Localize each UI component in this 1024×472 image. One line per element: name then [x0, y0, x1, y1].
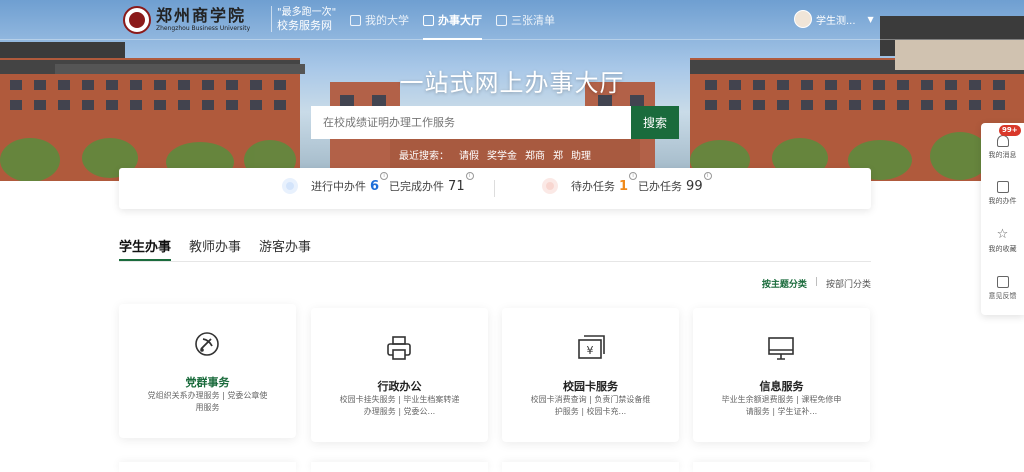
- card-desc: 毕业生余额退费服务 | 课程免修申请服务 | 学生证补...: [721, 395, 842, 416]
- nav-label: 三张清单: [511, 14, 555, 27]
- document-icon: [996, 181, 1009, 193]
- nav-my-university[interactable]: 我的大学: [350, 0, 409, 40]
- monitor-icon: [768, 337, 794, 360]
- slogan-line1: "最多跑一次": [277, 7, 337, 18]
- slogan-line2: 校务服务网: [277, 19, 332, 32]
- done-label: 已办任务: [638, 180, 683, 193]
- caret-down-icon: ▼: [867, 14, 874, 24]
- side-my-favorites[interactable]: ☆ 我的收藏: [981, 228, 1024, 254]
- done-count[interactable]: 99 i: [686, 171, 712, 194]
- recent-search-item[interactable]: 郑: [553, 147, 563, 162]
- hero-banner: 郑州商学院 Zhengzhou Business University "最多跑…: [0, 0, 1024, 181]
- party-emblem-icon: [195, 332, 219, 356]
- in-progress-label: 进行中办件: [311, 180, 366, 193]
- logo-en-text: Zhengzhou Business University: [156, 25, 251, 32]
- side-feedback[interactable]: 意见反馈: [981, 276, 1024, 301]
- card-title: 校园卡服务: [563, 380, 618, 393]
- card-information[interactable]: 信息服务 毕业生余额退费服务 | 课程免修申请服务 | 学生证补...: [693, 308, 870, 442]
- recent-searches: 最近搜索： 请假 奖学金 郑商 郑 助理: [399, 147, 599, 162]
- nav-service-hall[interactable]: 办事大厅: [423, 0, 482, 40]
- recent-search-item[interactable]: 奖学金: [487, 147, 517, 162]
- info-icon: i: [629, 171, 638, 180]
- nav-label: 办事大厅: [438, 14, 482, 27]
- star-icon: ☆: [996, 227, 1009, 242]
- card-desc: 党组织关系办理服务 | 党委公章使用服务: [147, 391, 268, 412]
- search-input[interactable]: [311, 106, 631, 139]
- tab-teacher[interactable]: 教师办事: [189, 236, 241, 261]
- tab-visitor[interactable]: 游客办事: [259, 236, 311, 261]
- info-icon: i: [703, 171, 712, 180]
- info-icon: i: [380, 171, 389, 180]
- bell-icon: [996, 135, 1009, 147]
- side-label: 我的办件: [988, 197, 1017, 205]
- completed-label: 已完成办件: [389, 180, 445, 193]
- logo-cn-text: 郑州商学院: [156, 6, 247, 25]
- card-title: 行政办公: [377, 380, 422, 393]
- user-name: 学生测...: [816, 15, 856, 27]
- side-label: 我的消息: [988, 151, 1017, 159]
- card-desc: 校园卡挂失服务 | 毕业生档案转递办理服务 | 党委公...: [339, 395, 460, 416]
- stats-todo-group: 待办任务 1i 已办任务 99 i: [542, 171, 713, 194]
- card-party-affairs[interactable]: 党群事务 党组织关系办理服务 | 党委公章使用服务: [119, 304, 296, 438]
- completed-count[interactable]: 71 i: [448, 171, 474, 194]
- side-label: 意见反馈: [988, 292, 1017, 300]
- university-logo[interactable]: 郑州商学院 Zhengzhou Business University: [123, 5, 250, 35]
- stats-tasks-group: 进行中办件 6i 已完成办件 71 i: [282, 171, 475, 194]
- pending-label: 待办任务: [571, 180, 615, 193]
- card-administration[interactable]: 行政办公 校园卡挂失服务 | 毕业生档案转递办理服务 | 党委公...: [311, 308, 488, 442]
- in-progress-count[interactable]: 6i: [370, 171, 389, 194]
- tab-student[interactable]: 学生办事: [119, 236, 172, 261]
- recent-search-item[interactable]: 请假: [459, 147, 479, 162]
- card-desc: 校园卡消费查询 | 负责门禁设备维护服务 | 校园卡充...: [530, 395, 651, 416]
- feedback-icon: [996, 276, 1009, 288]
- avatar: [794, 10, 812, 28]
- service-tabs: 学生办事 教师办事 游客办事: [119, 236, 871, 262]
- user-menu[interactable]: 学生测... ▼: [794, 10, 874, 28]
- recent-search-item[interactable]: 郑商: [525, 147, 545, 162]
- hero-title: 一站式网上办事大厅: [399, 69, 625, 97]
- service-hall-icon: [423, 14, 434, 26]
- filter-by-topic[interactable]: 按主题分类: [762, 277, 807, 290]
- yuan-card-icon: ¥: [578, 335, 605, 359]
- message-count-badge: 99+: [999, 125, 1021, 136]
- top-navbar: 郑州商学院 Zhengzhou Business University "最多跑…: [0, 0, 1024, 40]
- recent-label: 最近搜索：: [399, 151, 449, 162]
- nav-three-lists[interactable]: 三张清单: [496, 0, 555, 40]
- card-next-row[interactable]: [311, 462, 488, 472]
- pending-count[interactable]: 1i: [619, 171, 638, 194]
- list-icon: [496, 14, 507, 26]
- main-nav: 我的大学 办事大厅 三张清单: [350, 0, 569, 40]
- card-campus-card[interactable]: ¥ 校园卡服务 校园卡消费查询 | 负责门禁设备维护服务 | 校园卡充...: [502, 308, 679, 442]
- category-filter: 按主题分类 | 按部门分类: [762, 277, 871, 290]
- side-my-items[interactable]: 我的办件: [981, 181, 1024, 206]
- search-button[interactable]: 搜索: [631, 106, 679, 139]
- card-title: 党群事务: [185, 376, 230, 389]
- divider: [494, 180, 495, 197]
- filter-by-department[interactable]: 按部门分类: [826, 277, 871, 290]
- hourglass-icon: [542, 178, 558, 194]
- university-seal-icon: [123, 6, 151, 34]
- card-next-row[interactable]: [119, 462, 296, 472]
- info-icon: i: [465, 171, 474, 180]
- search-bar: 搜索: [311, 106, 679, 139]
- filter-separator: |: [814, 277, 818, 287]
- side-toolbar: 我的消息 我的办件 ☆ 我的收藏 意见反馈: [981, 123, 1024, 315]
- card-next-row[interactable]: [693, 462, 870, 472]
- university-icon: [350, 14, 361, 26]
- card-title: 信息服务: [759, 380, 804, 393]
- side-label: 我的收藏: [988, 245, 1017, 253]
- document-icon: [282, 178, 298, 194]
- nav-label: 我的大学: [365, 14, 409, 27]
- slogan: "最多跑一次" 校务服务网: [271, 6, 336, 32]
- card-next-row[interactable]: [502, 462, 679, 472]
- printer-icon: [387, 336, 411, 360]
- side-my-messages[interactable]: 我的消息: [981, 135, 1024, 160]
- recent-search-item[interactable]: 助理: [571, 147, 591, 162]
- stats-panel: 进行中办件 6i 已完成办件 71 i 待办任务 1i 已办任务 99 i: [119, 168, 871, 209]
- svg-text:¥: ¥: [587, 344, 594, 357]
